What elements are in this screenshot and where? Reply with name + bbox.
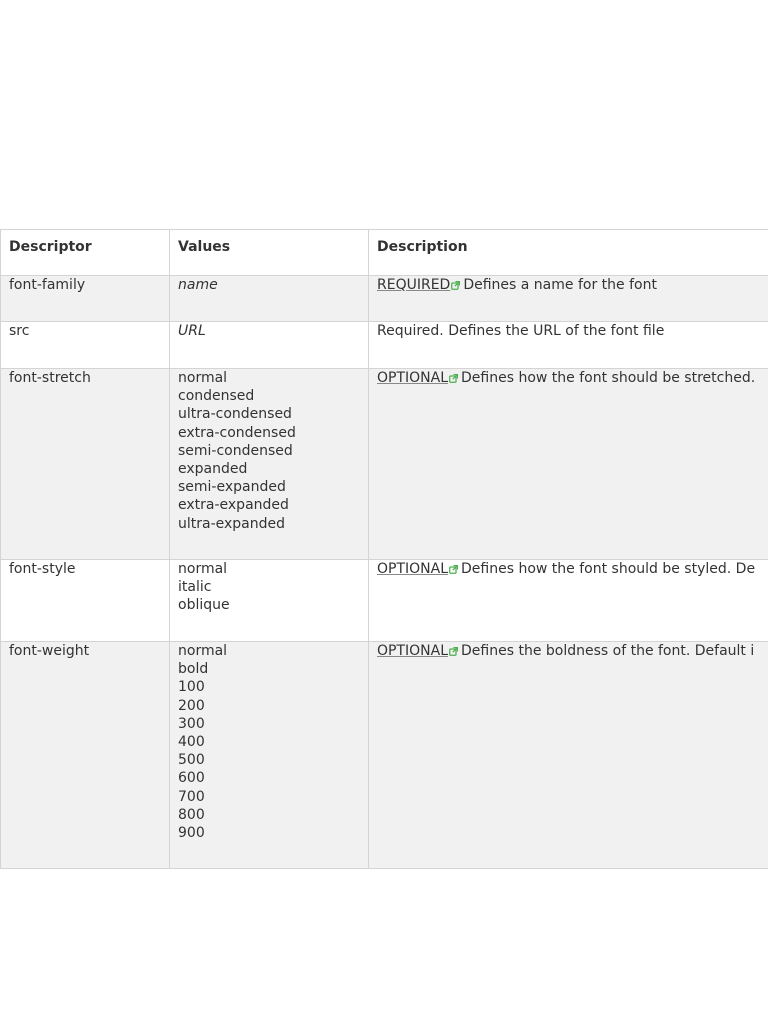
external-link-icon[interactable]	[449, 647, 459, 656]
requirement-link[interactable]: OPTIONAL	[377, 370, 448, 386]
value-item: 300	[178, 715, 205, 732]
values-cell: name	[169, 275, 369, 322]
values-cell: normal condensed ultra-condensed extra-cond…	[169, 368, 369, 560]
descriptor-cell: font-weight	[0, 641, 170, 869]
value-item: 400	[178, 734, 205, 751]
requirement-link[interactable]: REQUIRED	[377, 277, 450, 293]
value-item: 500	[178, 752, 205, 769]
description-cell: OPTIONAL Defines the boldness of the font…	[368, 641, 768, 869]
description-text: Defines a name for the font	[463, 277, 657, 293]
value-item: italic	[178, 579, 212, 596]
value-item: oblique	[178, 597, 230, 614]
external-link-icon[interactable]	[449, 374, 459, 383]
value-item: ultra-expanded	[178, 515, 286, 532]
description-text: Required. Defines the URL of the font fi…	[377, 323, 665, 339]
table-body: font-family name REQUIRED Defines a name fo…	[0, 275, 768, 869]
value-item: extra-expanded	[178, 497, 289, 514]
value-item: extra-condensed	[178, 424, 296, 441]
description-cell: Required. Defines the URL of the font fi…	[368, 321, 768, 369]
description-cell: OPTIONAL Defines how the font should be s…	[368, 559, 768, 642]
table-row: src URL Required. Defines the URL of the f…	[0, 321, 768, 369]
value-item: 100	[178, 679, 205, 696]
table-row: font-stretch normal condensed ultra-condens…	[0, 368, 768, 560]
description-text: Defines how the font should be stretched…	[461, 370, 756, 386]
descriptor-cell: src	[0, 321, 170, 369]
requirement-link[interactable]: OPTIONAL	[377, 561, 448, 577]
value-item: URL	[178, 323, 206, 339]
descriptor-cell: font-style	[0, 559, 170, 642]
value-item: bold	[178, 661, 209, 678]
table-row: font-weight normal bold 100 200 300 400 500 600 7…	[0, 641, 768, 869]
value-item: condensed	[178, 388, 255, 405]
value-item: name	[178, 277, 218, 293]
descriptor-cell: font-stretch	[0, 368, 170, 560]
header-values: Values	[169, 229, 369, 276]
description-cell: OPTIONAL Defines how the font should be s…	[368, 368, 768, 560]
value-item: 200	[178, 697, 205, 714]
header-description: Description	[368, 229, 768, 276]
value-item: normal	[178, 643, 228, 659]
value-item: 900	[178, 825, 205, 842]
table-header-row: Descriptor Values Description	[0, 229, 768, 276]
external-link-icon[interactable]	[451, 281, 461, 290]
value-item: normal	[178, 370, 228, 386]
external-link-icon[interactable]	[449, 565, 459, 574]
header-descriptor: Descriptor	[0, 229, 170, 276]
value-item: 700	[178, 788, 205, 805]
table-row: font-family name REQUIRED Defines a name fo…	[0, 275, 768, 322]
table-row: font-style normal italic oblique OPTIONAL Def…	[0, 559, 768, 642]
value-item: semi-expanded	[178, 479, 286, 496]
values-cell: normal bold 100 200 300 400 500 600 700 800 900	[169, 641, 369, 869]
description-text: Defines how the font should be styled. D…	[461, 561, 756, 577]
value-item: semi-condensed	[178, 442, 293, 459]
values-cell: normal italic oblique	[169, 559, 369, 642]
description-text: Defines the boldness of the font. Defaul…	[461, 643, 755, 659]
descriptor-cell: font-family	[0, 275, 170, 322]
value-item: 600	[178, 770, 205, 787]
values-cell: URL	[169, 321, 369, 369]
value-item: expanded	[178, 461, 248, 478]
page: Descriptor Values Description font-famil…	[0, 0, 768, 1024]
value-item: 800	[178, 806, 205, 823]
requirement-link[interactable]: OPTIONAL	[377, 643, 448, 659]
value-item: ultra-condensed	[178, 406, 292, 423]
value-item: normal	[178, 561, 228, 577]
font-face-descriptor-table: Descriptor Values Description font-famil…	[0, 229, 768, 869]
description-cell: REQUIRED Defines a name for the font	[368, 275, 768, 322]
